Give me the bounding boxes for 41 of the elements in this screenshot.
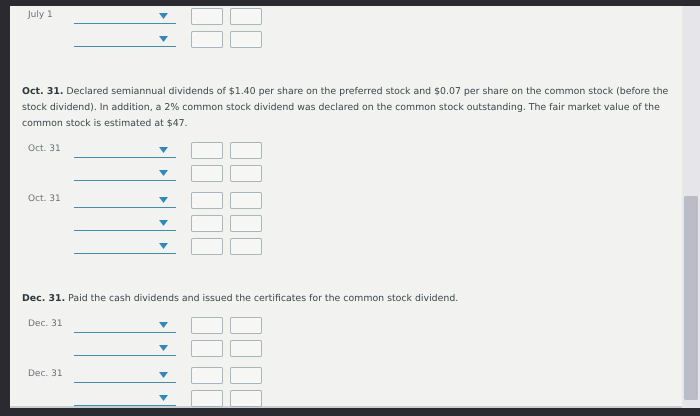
date-label: Oct. 31 [27,193,62,206]
date-label: Dec. 31 [27,318,64,331]
caret-icon [159,242,168,248]
credit-input[interactable] [230,390,262,407]
debit-input[interactable] [191,142,223,159]
question-text: Oct. 31. Declared semiannual dividends of $1.40 per share on the preferred stock and $0.07 per share on the common stock (before the stock dividend). In addition, a 2% common stock dividend was declared on the common stock outstanding. The fair market value of the common stock is estimated at $47. [22,85,670,131]
debit-input[interactable] [191,31,223,48]
credit-input[interactable] [230,192,262,209]
credit-input[interactable] [230,238,262,255]
credit-input[interactable] [230,367,262,384]
debit-input[interactable] [191,317,223,334]
credit-input[interactable] [230,8,262,25]
credit-input[interactable] [230,165,262,182]
caret-icon [159,372,168,378]
caret-icon [159,322,168,328]
credit-input[interactable] [230,31,262,48]
caret-icon [159,344,168,350]
caret-icon [159,394,168,400]
debit-input[interactable] [191,215,223,232]
scrollbar[interactable] [682,6,700,408]
credit-input[interactable] [230,340,262,357]
debit-input[interactable] [191,390,223,407]
question-text: Dec. 31. Paid the cash dividends and issued the certificates for the common stock dividend. [22,292,460,306]
debit-input[interactable] [191,340,223,357]
date-label: Dec. 31 [27,368,64,381]
caret-icon [159,170,168,176]
caret-icon [159,196,168,202]
debit-input[interactable] [191,165,223,182]
caret-icon [159,36,168,42]
date-label: Oct. 31 [27,143,62,156]
date-label: July 1 [26,9,54,22]
debit-input[interactable] [191,8,223,25]
caret-icon [159,220,168,226]
credit-input[interactable] [230,142,262,159]
debit-input[interactable] [191,238,223,255]
caret-icon [159,146,168,152]
credit-input[interactable] [230,215,262,232]
debit-input[interactable] [191,367,223,384]
credit-input[interactable] [230,317,262,334]
caret-icon [159,12,168,18]
debit-input[interactable] [191,192,223,209]
